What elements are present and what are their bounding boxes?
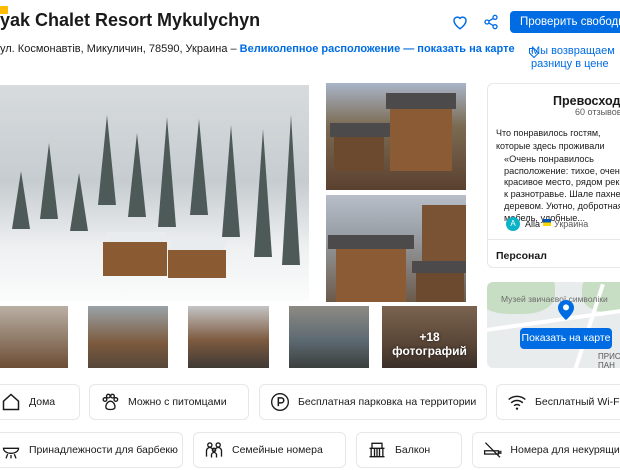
staff-score-label: Персонал xyxy=(496,250,547,262)
family-icon xyxy=(205,442,223,458)
house-icon xyxy=(2,393,20,411)
share-icon[interactable] xyxy=(483,13,499,31)
facility-label: Дома xyxy=(29,396,56,408)
facility-wifi: Бесплатный Wi-Fi xyxy=(496,384,620,420)
gallery-thumbnail[interactable] xyxy=(188,306,269,368)
check-availability-button[interactable]: Проверить свободные д xyxy=(510,11,620,33)
paw-icon xyxy=(102,393,119,411)
location-pin-icon xyxy=(558,300,574,320)
no-smoking-icon xyxy=(483,442,502,458)
facility-balcony: Балкон xyxy=(356,432,462,468)
heart-icon[interactable] xyxy=(451,13,469,31)
main-photo[interactable] xyxy=(0,85,309,301)
facility-label: Балкон xyxy=(395,444,431,456)
reviewer-name: Alla xyxy=(525,219,541,229)
facility-label: Принадлежности для барбекю xyxy=(29,444,178,456)
map-label-corner: ПРИС ПАН xyxy=(598,352,620,368)
facility-houses: Дома xyxy=(0,384,80,420)
facility-label: Семейные номера xyxy=(232,444,323,456)
property-title: yak Chalet Resort Mykulychyn xyxy=(0,10,261,30)
rating-word: Превосходно xyxy=(553,94,620,108)
more-photos-label: +18 фотографий xyxy=(392,330,467,358)
facility-label: Номера для некурящих xyxy=(510,444,620,456)
reviews-count[interactable]: 60 отзывов xyxy=(575,107,620,117)
gallery-thumbnail[interactable] xyxy=(88,306,168,368)
parking-icon xyxy=(271,393,289,411)
facility-non-smoking: Номера для некурящих xyxy=(472,432,620,468)
map-label-museum: Музей звичаєвої символіки xyxy=(501,294,608,304)
map-preview[interactable]: Музей звичаєвої символіки Показать на ка… xyxy=(487,282,620,368)
gallery-thumbnail[interactable] xyxy=(0,306,68,368)
facility-bbq: Принадлежности для барбекю xyxy=(0,432,183,468)
facility-label: Можно с питомцами xyxy=(128,396,227,408)
address-line: ул. Космонавтів, Микуличин, 78590, Украи… xyxy=(0,43,515,55)
avatar: A xyxy=(506,217,520,231)
liked-heading: Что понравилось гостям, которые здесь пр… xyxy=(496,128,605,151)
price-match-link[interactable]: Мы возвращаем разницу в цене xyxy=(531,45,620,71)
reviewer-country: Украина xyxy=(554,219,589,229)
address-text: ул. Космонавтів, Микуличин, 78590, Украи… xyxy=(0,43,240,55)
show-on-map-link[interactable]: Великолепное расположение — показать на … xyxy=(240,43,515,55)
more-photos-thumbnail[interactable]: +18 фотографий xyxy=(382,306,477,368)
gallery-photo[interactable] xyxy=(326,83,466,190)
facility-family-rooms: Семейные номера xyxy=(193,432,346,468)
gallery-thumbnail[interactable] xyxy=(289,306,369,368)
facility-label: Бесплатный Wi-Fi xyxy=(535,396,620,408)
balcony-icon xyxy=(369,442,385,458)
review-summary-card: Превосходно 60 отзывов Что понравилось г… xyxy=(487,83,620,268)
bbq-icon xyxy=(2,447,20,459)
show-on-map-button[interactable]: Показать на карте xyxy=(520,328,612,349)
divider xyxy=(488,239,620,240)
review-quote: «Очень понравилось расположение: тихое, … xyxy=(504,154,620,223)
facility-pets: Можно с питомцами xyxy=(89,384,249,420)
ukraine-flag-icon xyxy=(543,219,551,226)
wifi-icon xyxy=(508,395,526,410)
facility-parking: Бесплатная парковка на территории xyxy=(259,384,487,420)
gallery-photo[interactable] xyxy=(326,195,466,302)
facility-label: Бесплатная парковка на территории xyxy=(298,396,477,408)
